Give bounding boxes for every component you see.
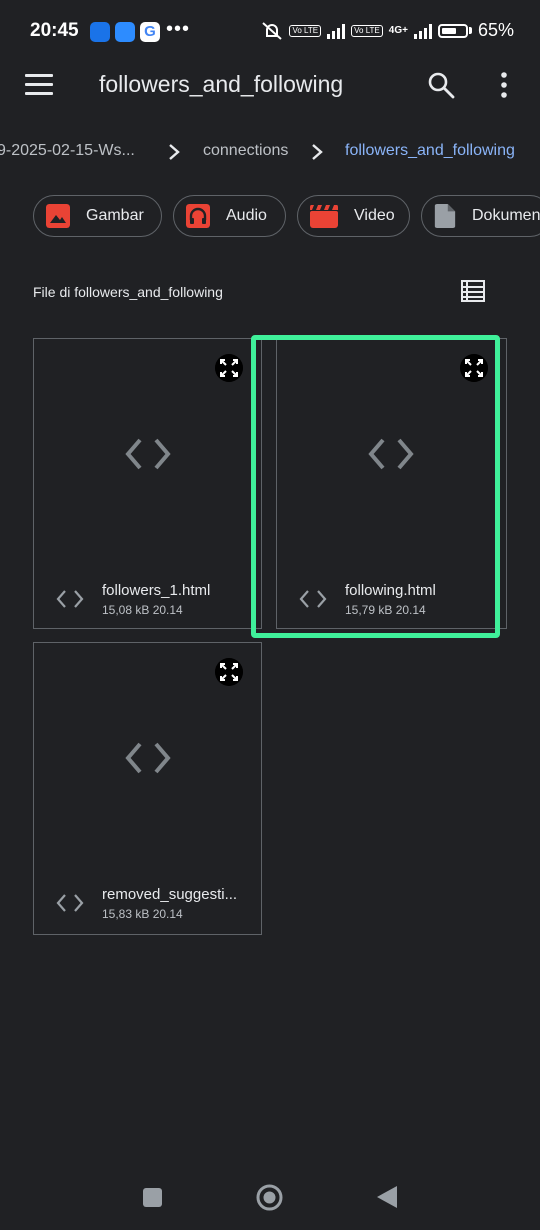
selection-highlight: [251, 335, 500, 638]
menu-icon[interactable]: [25, 74, 53, 96]
search-icon[interactable]: [426, 70, 456, 100]
file-card[interactable]: followers_1.html 15,08 kB 20.14: [33, 338, 262, 629]
signal-1-icon: [327, 23, 346, 39]
code-icon: [56, 590, 84, 608]
breadcrumb: 9-2025-02-15-Ws... connections followers…: [0, 142, 540, 164]
more-vert-icon[interactable]: [494, 70, 514, 100]
volte-badge: Vo LTE: [351, 24, 383, 37]
breadcrumb-item[interactable]: 9-2025-02-15-Ws...: [0, 142, 135, 160]
chip-images[interactable]: Gambar: [33, 195, 162, 237]
mute-vibrate-icon: [262, 21, 283, 40]
page-title: followers_and_following: [99, 71, 344, 97]
battery-nub: [468, 27, 472, 34]
status-indicators: Vo LTE Vo LTE 4G+ 65%: [261, 20, 514, 41]
expand-icon[interactable]: [215, 354, 243, 382]
file-card[interactable]: removed_suggesti... 15,83 kB 20.14: [33, 642, 262, 935]
code-file-icon: [125, 742, 171, 774]
signal-2-icon: [413, 23, 432, 39]
chip-label: Audio: [226, 207, 267, 224]
back-button[interactable]: [375, 1184, 399, 1210]
home-button[interactable]: [256, 1184, 283, 1211]
expand-icon[interactable]: [215, 658, 243, 686]
volte-badge: Vo LTE: [289, 24, 322, 37]
network-type: 4G+: [388, 25, 408, 36]
headphones-icon: [186, 204, 210, 228]
battery-percent: 65%: [477, 20, 514, 40]
chip-documents[interactable]: Dokumen: [421, 195, 540, 237]
section-label: File di followers_and_following: [33, 284, 223, 300]
chip-label: Video: [354, 207, 395, 224]
messages-icon: [90, 22, 110, 42]
file-meta: 15,08 kB 20.14: [102, 603, 183, 617]
chat-icon: [115, 22, 135, 42]
chevron-right-icon: [312, 144, 323, 160]
clapperboard-icon: [310, 205, 338, 228]
status-time: 20:45: [30, 20, 79, 41]
battery-icon: [437, 23, 468, 38]
file-meta: 15,83 kB 20.14: [102, 907, 183, 921]
file-name: followers_1.html: [102, 582, 211, 599]
breadcrumb-item[interactable]: connections: [203, 142, 288, 160]
chip-video[interactable]: Video: [297, 195, 410, 237]
list-view-icon[interactable]: [461, 279, 485, 303]
chevron-right-icon: [169, 144, 180, 160]
file-name: removed_suggesti...: [102, 886, 238, 903]
breadcrumb-current[interactable]: followers_and_following: [345, 142, 515, 160]
document-icon: [434, 204, 456, 228]
recents-button[interactable]: [143, 1188, 162, 1207]
code-file-icon: [125, 438, 171, 470]
chip-label: Gambar: [86, 207, 144, 224]
image-icon: [46, 204, 70, 228]
chip-label: Dokumen: [472, 207, 540, 224]
google-icon: G: [140, 22, 160, 42]
code-icon: [56, 894, 84, 912]
chip-audio[interactable]: Audio: [173, 195, 286, 237]
more-notifications-icon: •••: [166, 18, 191, 40]
